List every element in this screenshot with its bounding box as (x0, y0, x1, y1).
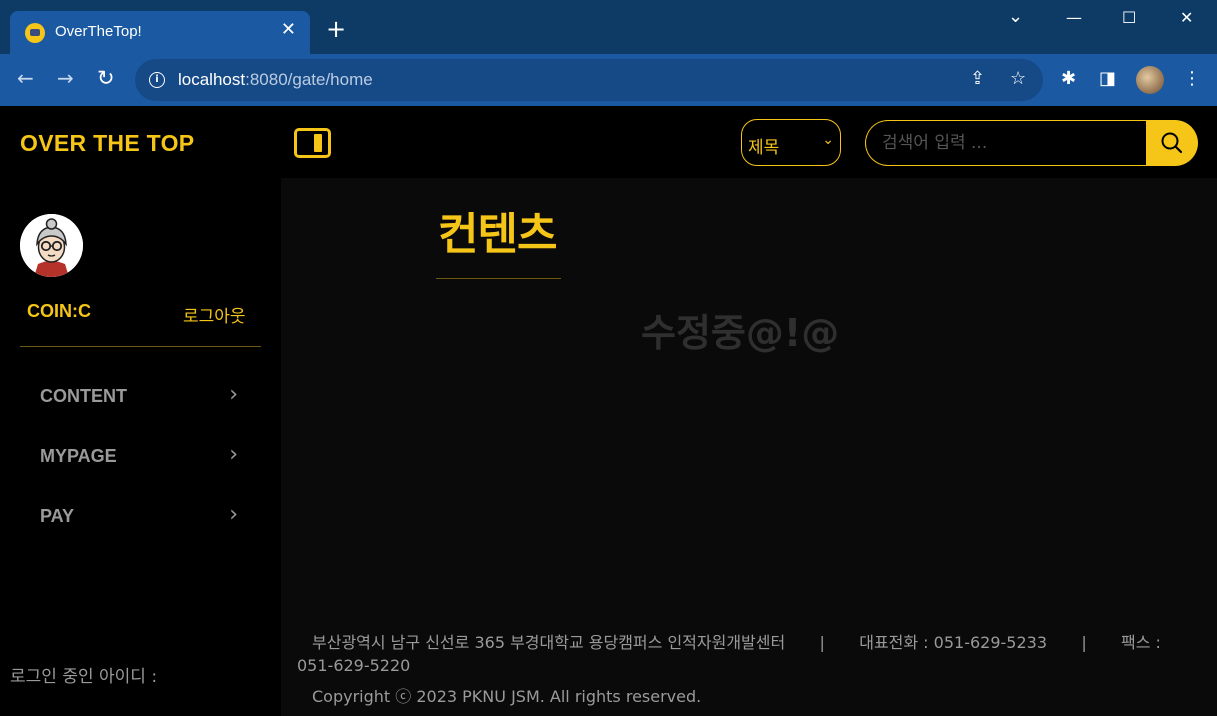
avatar-illustration-icon (20, 214, 83, 277)
back-button[interactable]: ← (17, 66, 34, 90)
footer-phone: 대표전화 : 051-629-5233 (859, 633, 1048, 652)
footer-copyright: Copyright ⓒ 2023 PKNU JSM. All rights re… (312, 687, 702, 706)
search-input[interactable] (865, 120, 1150, 166)
url-path: :8080/gate/home (245, 70, 373, 89)
reload-button[interactable]: ↻ (97, 66, 115, 90)
search-button[interactable] (1146, 120, 1198, 166)
browser-tabstrip: OverTheTop! ✕ + ⌄ — ☐ ✕ (0, 0, 1217, 54)
login-id-label: 로그인 중인 아이디 : (10, 667, 158, 687)
tab-title: OverTheTop! (55, 23, 142, 40)
coin-balance: COIN:C (27, 301, 91, 321)
footer-separator: | (1081, 633, 1087, 652)
logout-link[interactable]: 로그아웃 (183, 302, 246, 327)
new-tab-button[interactable]: + (326, 17, 346, 41)
tab-close-icon[interactable]: ✕ (281, 19, 296, 40)
bookmark-star-icon[interactable]: ☆ (1010, 68, 1026, 89)
browser-tab[interactable]: OverTheTop! ✕ (10, 11, 310, 54)
footer-address: 부산광역시 남구 신선로 365 부경대학교 용당캠퍼스 인적자원개발센터 (312, 633, 786, 652)
maximize-button[interactable]: ☐ (1122, 8, 1136, 27)
sidebar-item-content[interactable]: CONTENT › (40, 382, 250, 412)
chevron-right-icon: › (229, 382, 238, 407)
minimize-button[interactable]: — (1066, 8, 1082, 27)
chevron-right-icon: › (229, 502, 238, 527)
site-info-icon[interactable]: i (149, 72, 165, 88)
footer-separator: | (819, 633, 825, 652)
sidebar-item-label: MYPAGE (40, 446, 117, 466)
chevron-down-icon: ⌄ (822, 132, 834, 148)
page: OVER THE TOP COIN:C 로그아웃 CONTENT › MYPAG… (0, 106, 1217, 716)
footer-fax-number: 051-629-5220 (297, 656, 411, 675)
sidebar-item-mypage[interactable]: MYPAGE › (40, 442, 250, 472)
browser-toolbar: ← → ↻ i localhost:8080/gate/home ⇪ ☆ ✱ ◨… (0, 54, 1217, 106)
sidebar: OVER THE TOP COIN:C 로그아웃 CONTENT › MYPAG… (0, 106, 281, 716)
sidebar-toggle-button[interactable] (294, 128, 331, 158)
profile-avatar[interactable] (1136, 66, 1164, 94)
main-content: 컨텐츠 수정중@!@ 부산광역시 남구 신선로 365 부경대학교 용당캠퍼스 … (281, 178, 1217, 716)
title-underline (436, 278, 561, 279)
tab-search-chevron-icon[interactable]: ⌄ (1008, 6, 1023, 27)
page-title: 컨텐츠 (438, 209, 557, 260)
sidebar-item-pay[interactable]: PAY › (40, 502, 250, 532)
search-icon (1161, 132, 1183, 154)
side-panel-icon[interactable]: ◨ (1099, 68, 1116, 89)
sidebar-item-label: PAY (40, 506, 75, 526)
extensions-icon[interactable]: ✱ (1061, 68, 1076, 89)
footer-fax-label: 팩스 : (1121, 633, 1161, 652)
search-type-select[interactable]: 제목 ⌄ (741, 119, 841, 166)
window-close-button[interactable]: ✕ (1180, 8, 1193, 27)
user-avatar (20, 214, 83, 277)
search-type-value: 제목 (748, 138, 780, 158)
share-icon[interactable]: ⇪ (970, 68, 985, 89)
url-text[interactable]: localhost:8080/gate/home (178, 70, 373, 90)
sidebar-item-label: CONTENT (40, 386, 127, 406)
address-bar[interactable]: i localhost:8080/gate/home ⇪ ☆ (135, 59, 1043, 101)
url-host: localhost (178, 70, 246, 89)
favicon-icon (25, 23, 45, 43)
browser-menu-icon[interactable]: ⋮ (1183, 68, 1201, 89)
chevron-right-icon: › (229, 442, 238, 467)
footer-info-line: 부산광역시 남구 신선로 365 부경대학교 용당캠퍼스 인적자원개발센터 | 대표… (312, 629, 1161, 653)
work-in-progress-message: 수정중@!@ (641, 311, 840, 355)
forward-button[interactable]: → (57, 66, 74, 90)
sidebar-divider (20, 346, 261, 347)
brand-logo[interactable]: OVER THE TOP (20, 130, 194, 157)
